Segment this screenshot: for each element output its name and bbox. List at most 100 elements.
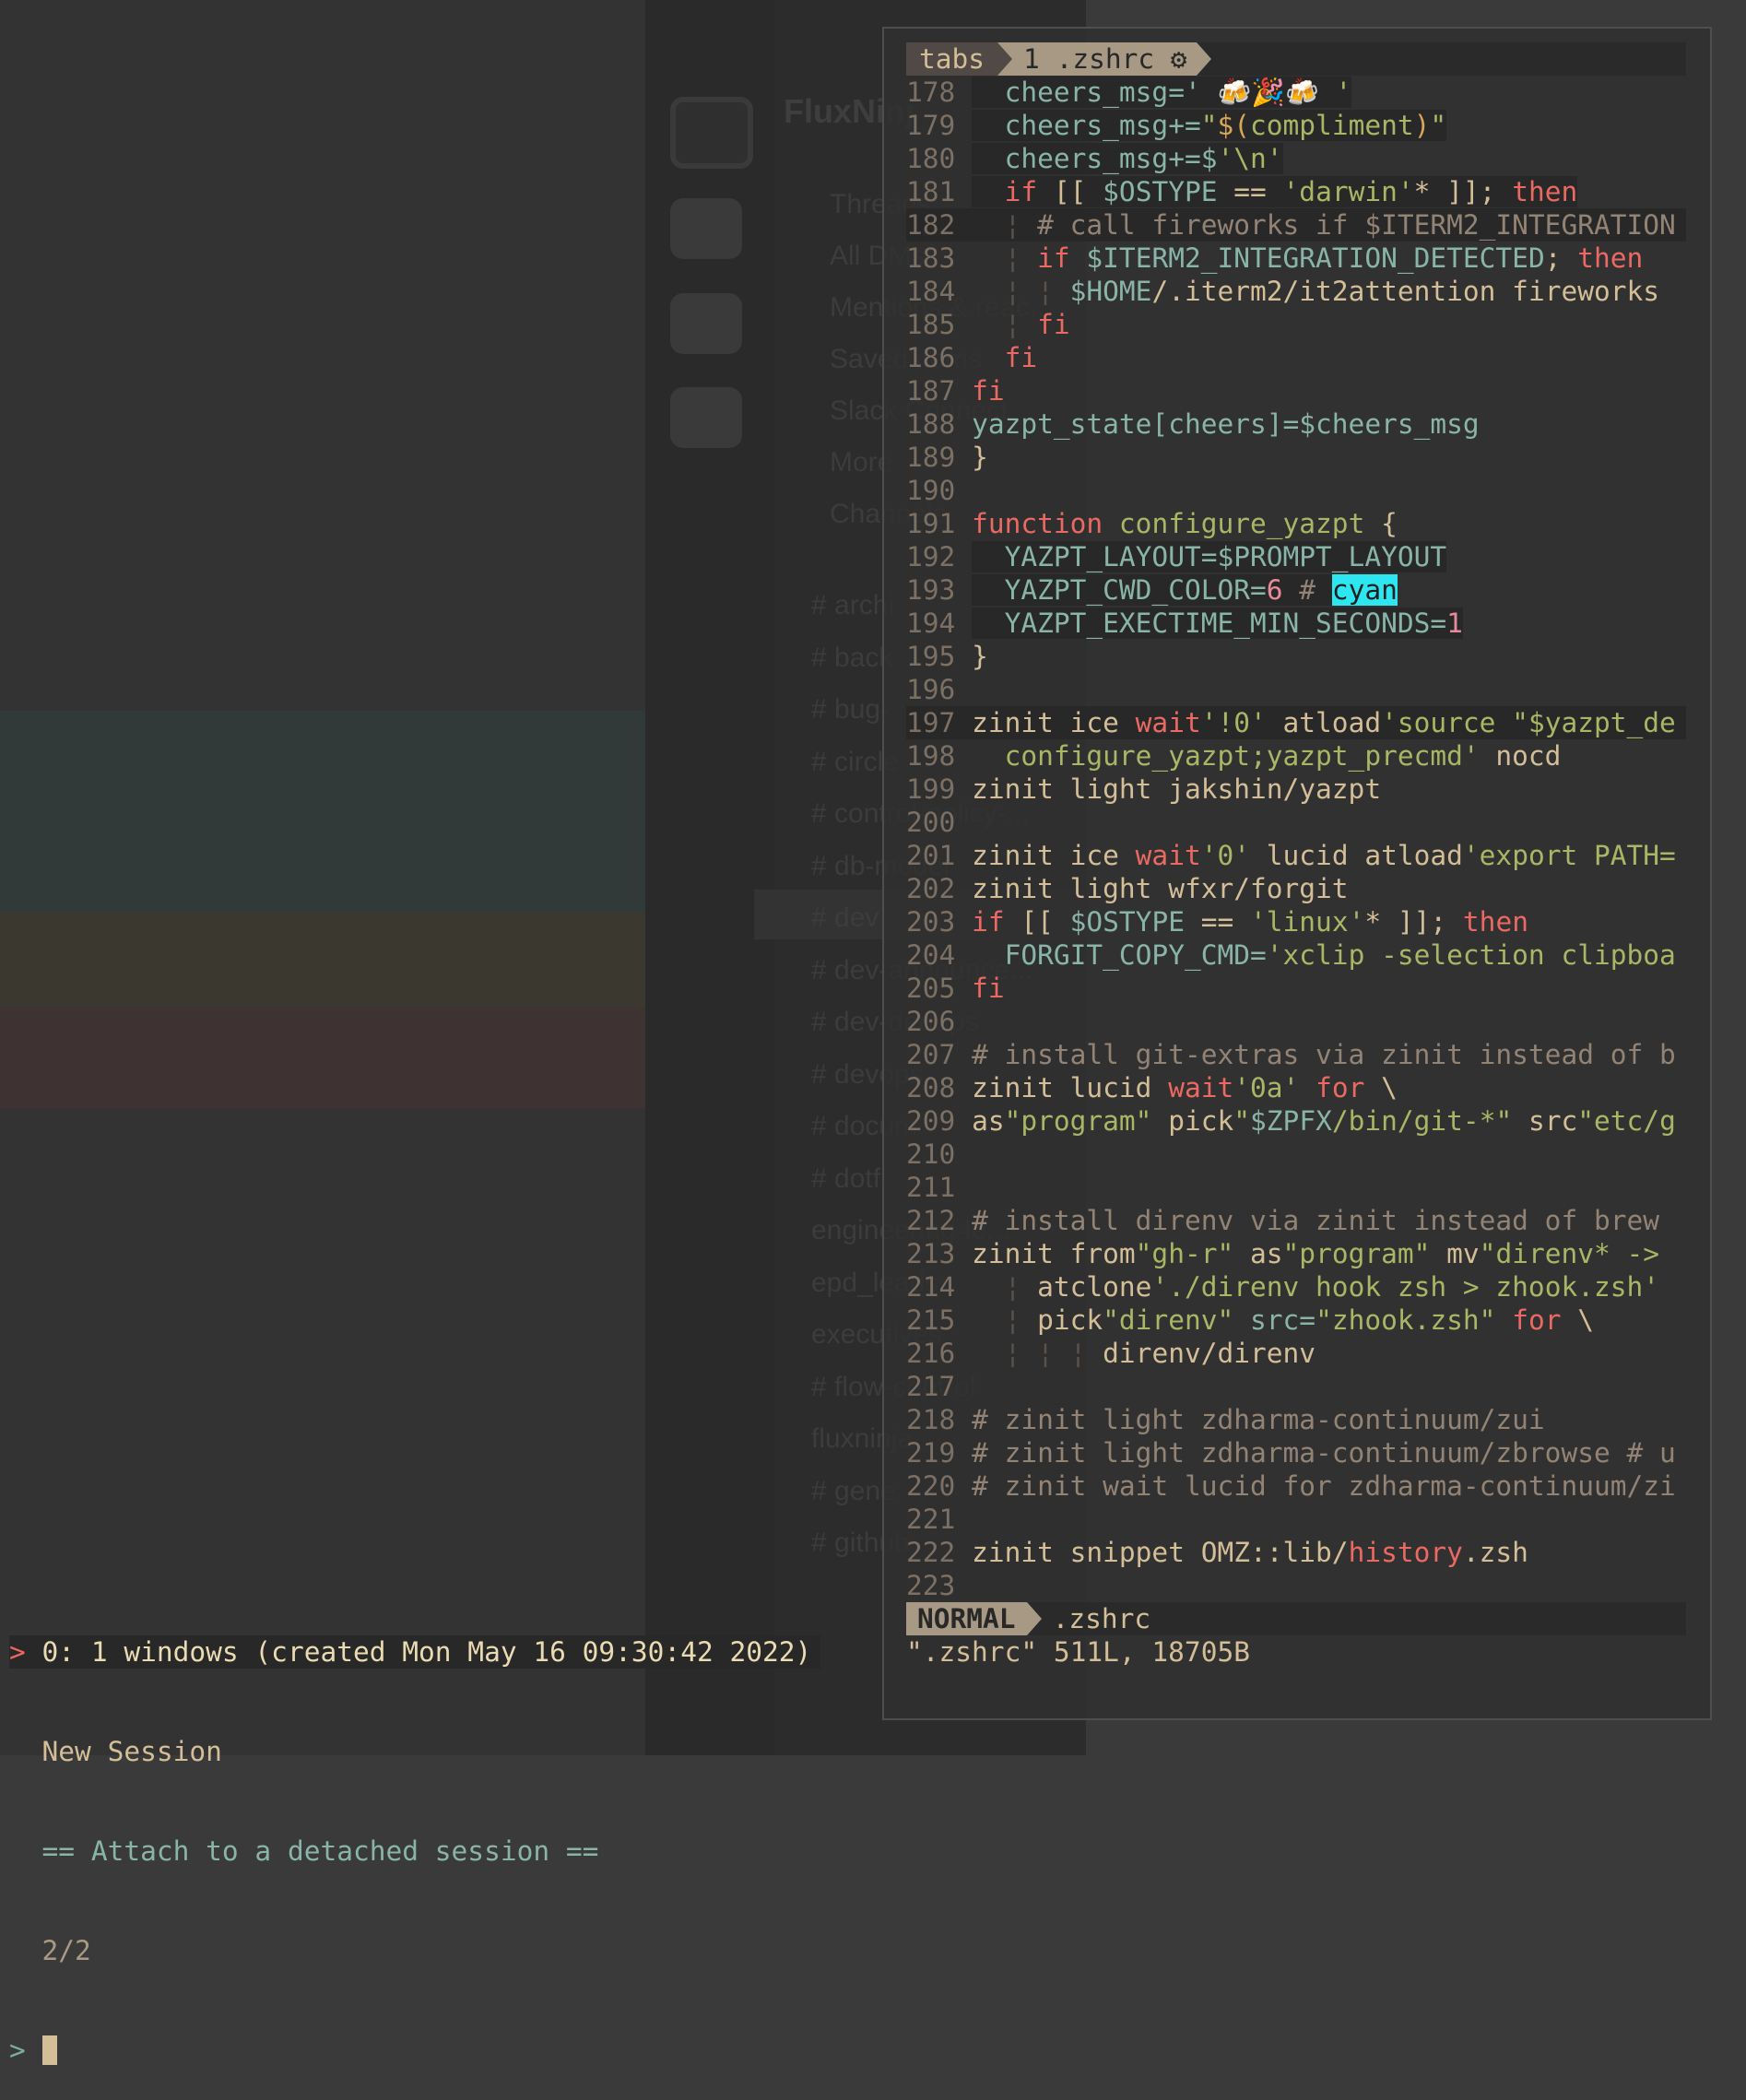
code-line[interactable]: 209 as"program" pick"$ZPFX/bin/git-*" sr…: [906, 1104, 1686, 1138]
vim-editor[interactable]: tabs 1 .zshrc ⚙ 178 cheers_msg=' 🍻🎉🍻 ' 17…: [906, 42, 1686, 1669]
line-number: 209: [906, 1105, 956, 1137]
code-line[interactable]: 194 YAZPT_EXECTIME_MIN_SECONDS=1: [906, 607, 1686, 640]
session-row-selected[interactable]: > 0: 1 windows (created Mon May 16 09:30…: [9, 1635, 820, 1669]
code-lines[interactable]: 178 cheers_msg=' 🍻🎉🍻 ' 179 cheers_msg+="$…: [906, 76, 1686, 1602]
code-line[interactable]: 181 if [[ $OSTYPE == 'darwin'* ]]; then: [906, 175, 1686, 208]
code-line[interactable]: 206: [906, 1005, 1686, 1038]
code-token: wait: [1168, 1072, 1234, 1103]
code-line[interactable]: 203 if [[ $OSTYPE == 'linux'* ]]; then: [906, 905, 1686, 938]
code-line[interactable]: 183 ¦ if $ITERM2_INTEGRATION_DETECTED; t…: [906, 242, 1686, 275]
code-token: configure_yazpt: [1118, 508, 1365, 539]
new-session-row[interactable]: New Session: [9, 1735, 820, 1768]
code-token: '0': [1200, 840, 1251, 871]
attach-label: == Attach to a detached session ==: [41, 1835, 599, 1867]
code-line[interactable]: 198 configure_yazpt;yazpt_precmd' nocd: [906, 739, 1686, 773]
code-token: # zinit light zdharma-continuum/zui: [972, 1404, 1545, 1435]
code-token: {: [1364, 508, 1398, 539]
line-number: 211: [906, 1172, 956, 1203]
code-line[interactable]: 213 zinit from"gh-r" as"program" mv"dire…: [906, 1237, 1686, 1270]
line-number: 195: [906, 641, 956, 672]
line-number: 198: [906, 740, 956, 772]
code-line[interactable]: 196: [906, 673, 1686, 706]
code-line[interactable]: 186 fi: [906, 341, 1686, 374]
powerline-separator: [1026, 1602, 1042, 1635]
code-line[interactable]: 204 FORGIT_COPY_CMD='xclip -selection cl…: [906, 938, 1686, 972]
code-token: if: [1004, 176, 1038, 207]
code-token: './direnv hook zsh > zhook.zsh': [1151, 1271, 1660, 1303]
background-band: [0, 913, 645, 1008]
code-line[interactable]: 219 # zinit light zdharma-continuum/zbro…: [906, 1436, 1686, 1469]
line-number: 200: [906, 807, 956, 838]
code-line[interactable]: 199 zinit light jakshin/yazpt: [906, 773, 1686, 806]
code-line[interactable]: 187 fi: [906, 374, 1686, 407]
code-token: fi: [972, 973, 1005, 1004]
code-line[interactable]: 201 zinit ice wait'0' lucid atload'expor…: [906, 839, 1686, 872]
code-line[interactable]: 189 }: [906, 441, 1686, 474]
code-line[interactable]: 215 ¦ pick"direnv" src="zhook.zsh" for \: [906, 1304, 1686, 1337]
code-token: "direnv": [1103, 1304, 1234, 1336]
code-line[interactable]: 221: [906, 1503, 1686, 1536]
code-line[interactable]: 184 ¦ ¦ $HOME/.iterm2/it2attention firew…: [906, 275, 1686, 308]
code-line[interactable]: 207 # install git-extras via zinit inste…: [906, 1038, 1686, 1071]
code-line[interactable]: 212 # install direnv via zinit instead o…: [906, 1204, 1686, 1237]
code-line[interactable]: 190: [906, 474, 1686, 507]
code-line[interactable]: 214 ¦ atclone'./direnv hook zsh > zhook.…: [906, 1270, 1686, 1304]
slack-channel-item: # back: [811, 642, 893, 673]
line-number: 223: [906, 1570, 956, 1601]
powerline-separator: [1196, 42, 1211, 76]
code-token: \: [1364, 1072, 1398, 1103]
code-token: 'export PATH=: [1462, 840, 1676, 871]
code-line[interactable]: 217: [906, 1370, 1686, 1403]
code-token: then: [1512, 176, 1578, 207]
code-line[interactable]: 188 yazpt_state[cheers]=$cheers_msg: [906, 407, 1686, 441]
code-line[interactable]: 220 # zinit wait lucid for zdharma-conti…: [906, 1469, 1686, 1503]
line-number: 203: [906, 906, 956, 938]
code-token: lucid atload: [1250, 840, 1463, 871]
code-token: zinit light wfxr/forgit: [972, 873, 1349, 904]
code-token: '!0': [1200, 707, 1267, 738]
line-number: 205: [906, 973, 956, 1004]
code-line[interactable]: 182 ¦ # call fireworks if $ITERM2_INTEGR…: [906, 208, 1686, 242]
code-line[interactable]: 195 }: [906, 640, 1686, 673]
code-line[interactable]: 192 YAZPT_LAYOUT=$PROMPT_LAYOUT: [906, 540, 1686, 573]
code-line[interactable]: 179 cheers_msg+="$(compliment)": [906, 109, 1686, 142]
code-line[interactable]: 211: [906, 1171, 1686, 1204]
code-line[interactable]: 216 ¦ ¦ ¦ direnv/direnv: [906, 1337, 1686, 1370]
mode-indicator: NORMAL: [906, 1602, 1027, 1635]
code-token: ": [1430, 110, 1447, 141]
code-line[interactable]: 210: [906, 1138, 1686, 1171]
line-number: 196: [906, 674, 956, 705]
tmux-session-chooser[interactable]: > 0: 1 windows (created Mon May 16 09:30…: [9, 1569, 820, 2100]
code-line[interactable]: 180 cheers_msg+=$'\n': [906, 142, 1686, 175]
line-number: 214: [906, 1271, 956, 1303]
code-line[interactable]: 222 zinit snippet OMZ::lib/history.zsh: [906, 1536, 1686, 1569]
code-token: }: [972, 641, 988, 672]
code-line[interactable]: 197 zinit ice wait'!0' atload'source "$y…: [906, 706, 1686, 739]
code-line[interactable]: 208 zinit lucid wait'0a' for \: [906, 1071, 1686, 1104]
code-token: $ZPFX: [1250, 1105, 1332, 1137]
code-token: 'darwin': [1282, 176, 1414, 207]
code-line[interactable]: 205 fi: [906, 972, 1686, 1005]
selection-marker: >: [9, 1636, 26, 1668]
code-line[interactable]: 191 function configure_yazpt {: [906, 507, 1686, 540]
line-number: 178: [906, 77, 956, 108]
code-line[interactable]: 178 cheers_msg=' 🍻🎉🍻 ': [906, 76, 1686, 109]
line-number: 202: [906, 873, 956, 904]
tab-zshrc[interactable]: 1 .zshrc ⚙: [1012, 42, 1197, 76]
attach-row[interactable]: == Attach to a detached session ==: [9, 1835, 820, 1868]
line-number: 194: [906, 608, 956, 639]
code-line[interactable]: 200: [906, 806, 1686, 839]
code-line[interactable]: 193 YAZPT_CWD_COLOR=6 # cyan: [906, 573, 1686, 607]
code-token: zinit from: [972, 1238, 1136, 1269]
code-line[interactable]: 202 zinit light wfxr/forgit: [906, 872, 1686, 905]
code-token: zinit light jakshin/yazpt: [972, 773, 1382, 805]
code-line[interactable]: 223: [906, 1569, 1686, 1602]
code-line[interactable]: 218 # zinit light zdharma-continuum/zui: [906, 1403, 1686, 1436]
code-line[interactable]: 185 ¦ fi: [906, 308, 1686, 341]
slack-channel-item: # dotfi: [811, 1162, 887, 1194]
code-token: if: [1037, 242, 1070, 274]
prompt-row[interactable]: >: [9, 2034, 820, 2067]
code-token: as: [972, 1105, 1005, 1137]
